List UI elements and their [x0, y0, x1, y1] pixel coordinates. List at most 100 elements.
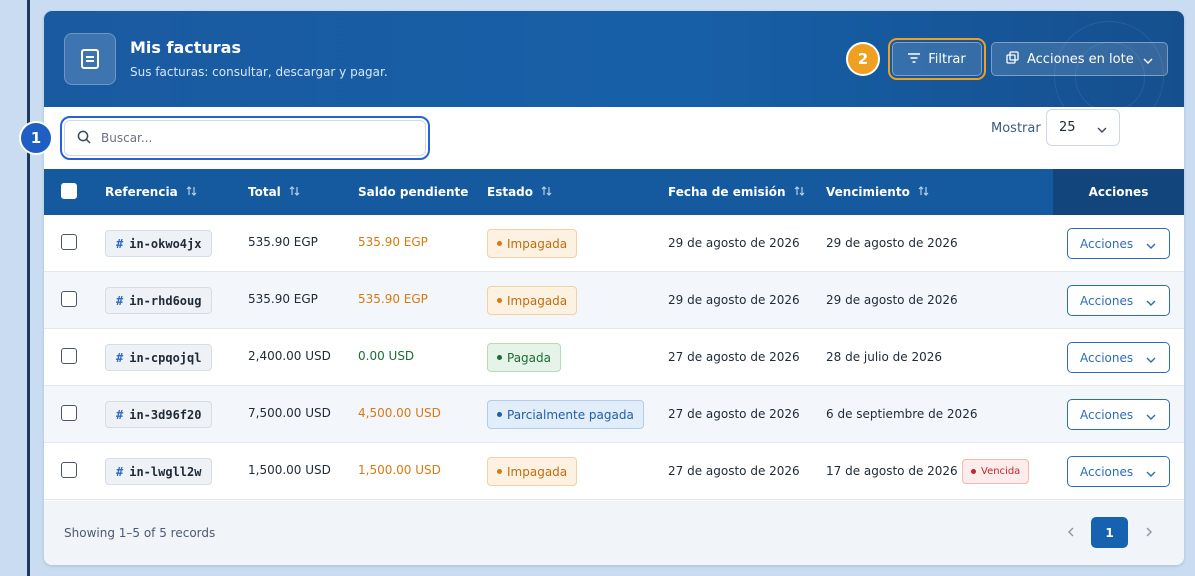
column-status-label: Estado [487, 185, 534, 199]
status-badge: Impagada [487, 286, 578, 315]
column-status[interactable]: Estado [487, 185, 552, 199]
overdue-badge: Vencida [962, 459, 1030, 484]
total-value: 7,500.00 USD [248, 406, 331, 420]
records-summary: Showing 1–5 of 5 records [64, 526, 216, 540]
due-date: 28 de julio de 2026 [826, 350, 943, 364]
total-value: 535.90 EGP [248, 292, 318, 306]
issued-date: 27 de agosto de 2026 [668, 464, 800, 478]
column-balance: Saldo pendiente [358, 185, 468, 199]
invoices-card: Mis facturas Sus facturas: consultar, de… [44, 11, 1184, 565]
row-checkbox[interactable] [61, 348, 77, 364]
row-checkbox[interactable] [61, 462, 77, 478]
toolbar [44, 107, 1184, 169]
hash-icon: # [116, 350, 124, 365]
reference-value: in-lwgll2w [129, 464, 202, 479]
row-checkbox[interactable] [61, 405, 77, 421]
column-reference[interactable]: Referencia [105, 185, 197, 199]
row-actions-button[interactable]: Acciones [1067, 456, 1170, 487]
status-label: Impagada [507, 236, 568, 251]
chevron-down-icon [1146, 467, 1156, 481]
show-label: Mostrar [991, 121, 1041, 136]
left-rail [27, 0, 30, 576]
status-label: Impagada [507, 293, 568, 308]
row-actions-button[interactable]: Acciones [1067, 228, 1170, 259]
annotation-badge-1: 1 [19, 121, 53, 155]
balance-value: 1,500.00 USD [358, 463, 441, 477]
reference-value: in-rhd6oug [129, 293, 202, 308]
chevron-down-icon [1146, 353, 1156, 367]
balance-value: 0.00 USD [358, 349, 415, 363]
status-label: Parcialmente pagada [507, 407, 634, 422]
table-row: # in-okwo4jx 535.90 EGP 535.90 EGP Impag… [44, 215, 1184, 272]
reference-pill[interactable]: # in-lwgll2w [105, 458, 213, 485]
reference-pill[interactable]: # in-cpqojql [105, 344, 213, 371]
reference-pill[interactable]: # in-3d96f20 [105, 401, 213, 428]
chevron-down-icon [1146, 296, 1156, 310]
per-page-value: 25 [1059, 120, 1076, 135]
balance-value: 535.90 EGP [358, 292, 428, 306]
balance-value: 4,500.00 USD [358, 406, 441, 420]
sort-icon[interactable] [289, 185, 300, 199]
issued-date: 29 de agosto de 2026 [668, 236, 800, 250]
row-actions-button[interactable]: Acciones [1067, 399, 1170, 430]
sort-icon[interactable] [794, 185, 805, 199]
filter-icon [908, 52, 921, 67]
issued-date: 27 de agosto de 2026 [668, 407, 800, 421]
column-actions: Acciones [1053, 169, 1184, 215]
row-actions-label: Acciones [1080, 407, 1134, 422]
row-actions-label: Acciones [1080, 293, 1134, 308]
table-row: # in-cpqojql 2,400.00 USD 0.00 USD Pagad… [44, 329, 1184, 386]
hash-icon: # [116, 464, 124, 479]
reference-pill[interactable]: # in-rhd6oug [105, 287, 213, 314]
column-reference-label: Referencia [105, 185, 178, 199]
chevron-down-icon [1097, 123, 1107, 138]
column-total-label: Total [248, 185, 281, 199]
sort-icon[interactable] [918, 185, 929, 199]
hash-icon: # [116, 293, 124, 308]
status-badge: Pagada [487, 343, 561, 372]
row-checkbox[interactable] [61, 234, 77, 250]
search-box[interactable] [60, 116, 430, 160]
column-due-label: Vencimiento [826, 185, 910, 199]
reference-value: in-3d96f20 [129, 407, 202, 422]
reference-value: in-okwo4jx [129, 236, 202, 251]
status-dot [497, 355, 502, 360]
sort-icon[interactable] [186, 185, 197, 199]
status-dot [497, 298, 502, 303]
chevron-down-icon [1146, 239, 1156, 253]
bulk-actions-label: Acciones en lote [1027, 51, 1134, 67]
page-subtitle: Sus facturas: consultar, descargar y pag… [130, 65, 388, 79]
search-icon [77, 129, 91, 148]
due-date: 29 de agosto de 2026 [826, 293, 958, 307]
balance-value: 535.90 EGP [358, 235, 428, 249]
row-actions-button[interactable]: Acciones [1067, 342, 1170, 373]
filter-label: Filtrar [928, 51, 966, 67]
row-actions-label: Acciones [1080, 464, 1134, 479]
bulk-actions-button[interactable]: Acciones en lote [991, 42, 1168, 76]
copy-icon [1006, 50, 1019, 68]
row-actions-button[interactable]: Acciones [1067, 285, 1170, 316]
document-icon [64, 33, 116, 85]
select-all-checkbox[interactable] [61, 183, 77, 199]
filter-button[interactable]: Filtrar [888, 38, 986, 80]
status-label: Impagada [507, 464, 568, 479]
row-actions-label: Acciones [1080, 350, 1134, 365]
search-input[interactable] [101, 131, 401, 145]
chevron-left-icon[interactable] [1064, 521, 1078, 543]
card-header: Mis facturas Sus facturas: consultar, de… [44, 11, 1184, 107]
overdue-dot [971, 469, 976, 474]
chevron-right-icon[interactable] [1142, 521, 1156, 543]
column-total[interactable]: Total [248, 185, 300, 199]
column-due[interactable]: Vencimiento [826, 185, 929, 199]
page-button-current[interactable]: 1 [1091, 517, 1128, 548]
status-dot [497, 469, 502, 474]
status-badge: Impagada [487, 457, 578, 486]
table-row: # in-3d96f20 7,500.00 USD 4,500.00 USD P… [44, 386, 1184, 443]
reference-pill[interactable]: # in-okwo4jx [105, 230, 213, 257]
sort-icon[interactable] [541, 185, 552, 199]
column-issued[interactable]: Fecha de emisión [668, 185, 805, 199]
row-checkbox[interactable] [61, 291, 77, 307]
per-page-select[interactable]: 25 [1046, 109, 1120, 146]
chevron-down-icon [1143, 54, 1153, 69]
table-row: # in-rhd6oug 535.90 EGP 535.90 EGP Impag… [44, 272, 1184, 329]
